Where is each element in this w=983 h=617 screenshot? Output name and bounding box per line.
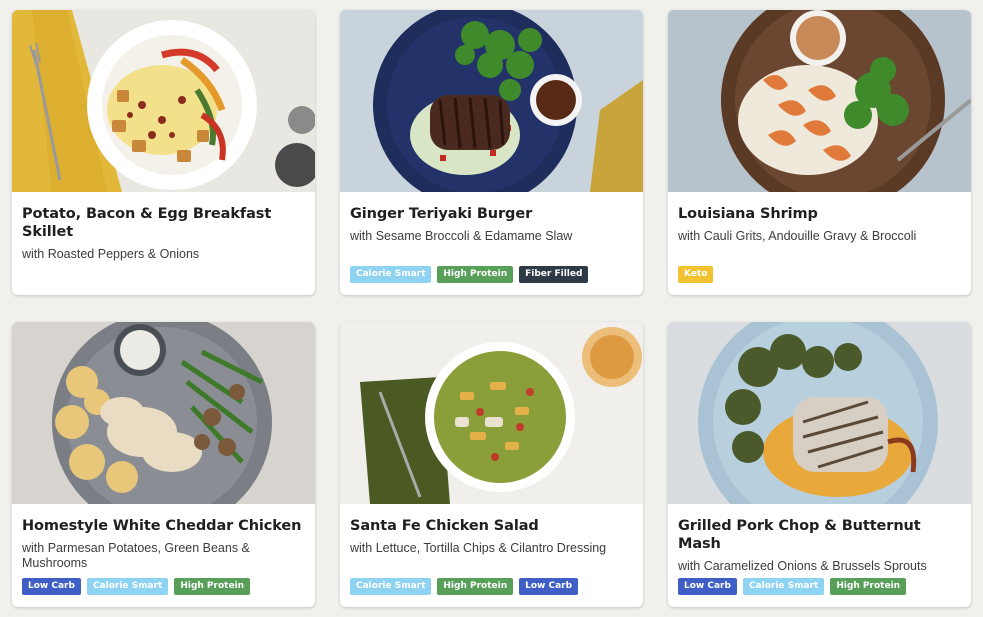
meal-photo-pork-chop[interactable] bbox=[668, 322, 971, 504]
meal-card-santa-fe-salad[interactable]: Santa Fe Chicken Salad with Lettuce, Tor… bbox=[340, 322, 643, 607]
tag-calorie-smart: Calorie Smart bbox=[350, 266, 432, 283]
tag-calorie-smart: Calorie Smart bbox=[350, 578, 432, 595]
tag-high-protein: High Protein bbox=[174, 578, 251, 595]
meal-info: Grilled Pork Chop & Butternut Mash with … bbox=[668, 504, 971, 607]
tag-high-protein: High Protein bbox=[830, 578, 907, 595]
tag-list: Keto bbox=[678, 266, 714, 283]
meal-grid: Potato, Bacon & Egg Breakfast Skillet wi… bbox=[12, 10, 971, 607]
tag-low-carb: Low Carb bbox=[678, 578, 737, 595]
meal-photo-breakfast-skillet[interactable] bbox=[12, 10, 315, 192]
tag-calorie-smart: Calorie Smart bbox=[742, 578, 825, 595]
meal-photo-teriyaki-burger[interactable] bbox=[340, 10, 643, 192]
meal-title[interactable]: Santa Fe Chicken Salad bbox=[350, 517, 633, 535]
meal-photo-louisiana-shrimp[interactable] bbox=[668, 10, 971, 192]
meal-subtitle: with Parmesan Potatoes, Green Beans & Mu… bbox=[22, 541, 250, 570]
meal-info: Ginger Teriyaki Burger with Sesame Brocc… bbox=[340, 192, 643, 295]
meal-subtitle: with Sesame Broccoli & Edamame Slaw bbox=[350, 229, 573, 243]
tag-list: Low Carb Calorie Smart High Protein bbox=[22, 578, 251, 595]
meal-subtitle: with Caramelized Onions & Brussels Sprou… bbox=[678, 559, 927, 573]
meal-title[interactable]: Potato, Bacon & Egg Breakfast Skillet bbox=[22, 205, 305, 241]
meal-title[interactable]: Ginger Teriyaki Burger bbox=[350, 205, 633, 223]
meal-info: Louisiana Shrimp with Cauli Grits, Andou… bbox=[668, 192, 971, 295]
tag-list: Low Carb Calorie Smart High Protein bbox=[678, 578, 907, 595]
meal-info: Potato, Bacon & Egg Breakfast Skillet wi… bbox=[12, 192, 315, 295]
meal-photo-cheddar-chicken[interactable] bbox=[12, 322, 315, 504]
tag-low-carb: Low Carb bbox=[22, 578, 81, 595]
tag-list: Calorie Smart High Protein Fiber Filled bbox=[350, 266, 589, 283]
meal-subtitle: with Lettuce, Tortilla Chips & Cilantro … bbox=[350, 541, 607, 555]
meal-card-breakfast-skillet[interactable]: Potato, Bacon & Egg Breakfast Skillet wi… bbox=[12, 10, 315, 295]
meal-info: Homestyle White Cheddar Chicken with Par… bbox=[12, 504, 315, 607]
meal-card-cheddar-chicken[interactable]: Homestyle White Cheddar Chicken with Par… bbox=[12, 322, 315, 607]
meal-card-pork-chop[interactable]: Grilled Pork Chop & Butternut Mash with … bbox=[668, 322, 971, 607]
meal-info: Santa Fe Chicken Salad with Lettuce, Tor… bbox=[340, 504, 643, 607]
meal-subtitle: with Cauli Grits, Andouille Gravy & Broc… bbox=[678, 229, 917, 243]
tag-high-protein: High Protein bbox=[437, 266, 514, 283]
meal-photo-santa-fe-salad[interactable] bbox=[340, 322, 643, 504]
meal-card-teriyaki-burger[interactable]: Ginger Teriyaki Burger with Sesame Brocc… bbox=[340, 10, 643, 295]
tag-calorie-smart: Calorie Smart bbox=[86, 578, 169, 595]
meal-title[interactable]: Grilled Pork Chop & Butternut Mash bbox=[678, 517, 961, 553]
meal-subtitle: with Roasted Peppers & Onions bbox=[22, 247, 200, 261]
tag-list: Calorie Smart High Protein Low Carb bbox=[350, 578, 579, 595]
tag-fiber-filled: Fiber Filled bbox=[519, 266, 589, 283]
meal-title[interactable]: Louisiana Shrimp bbox=[678, 205, 961, 223]
meal-title[interactable]: Homestyle White Cheddar Chicken bbox=[22, 517, 305, 535]
tag-low-carb: Low Carb bbox=[519, 578, 579, 595]
meal-card-louisiana-shrimp[interactable]: Louisiana Shrimp with Cauli Grits, Andou… bbox=[668, 10, 971, 295]
tag-high-protein: High Protein bbox=[437, 578, 514, 595]
tag-keto: Keto bbox=[678, 266, 714, 283]
